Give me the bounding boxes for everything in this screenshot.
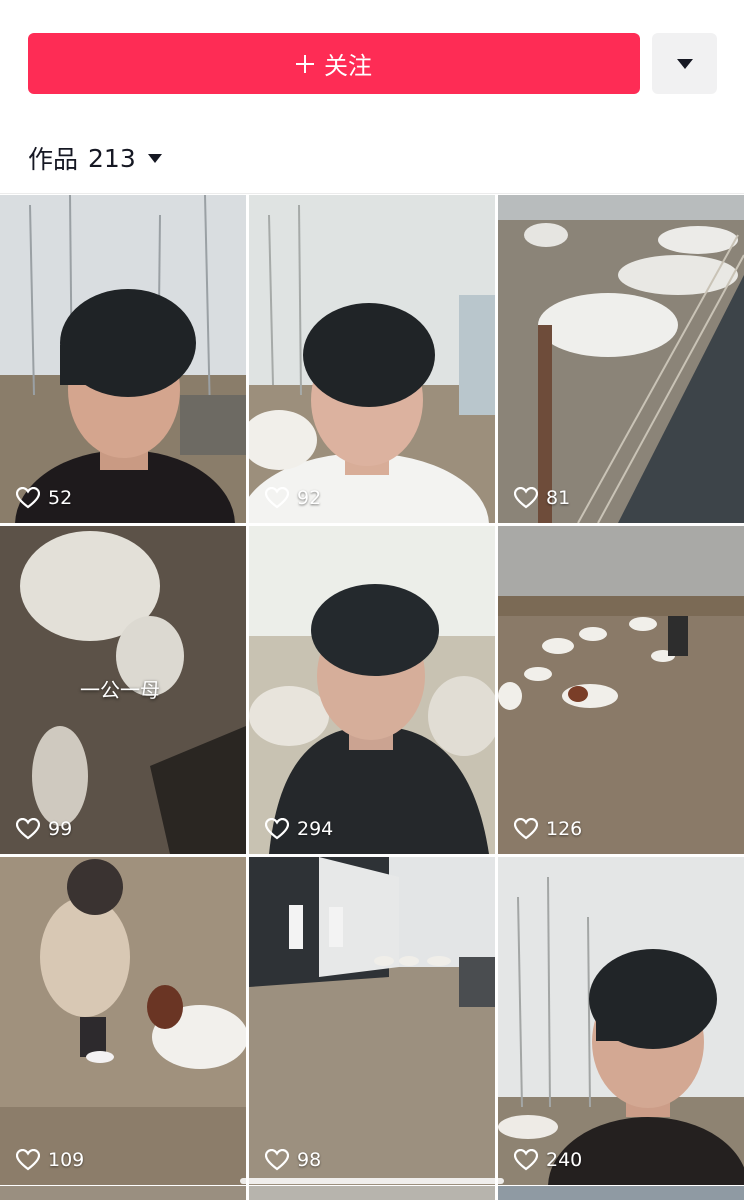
plus-icon <box>296 54 314 73</box>
heart-outline-icon <box>265 818 289 840</box>
heart-outline-icon <box>16 487 40 509</box>
likes-count: 81 <box>546 487 571 509</box>
likes-count: 240 <box>546 1149 583 1171</box>
follow-button[interactable]: 关注 <box>28 33 640 94</box>
video-thumbnail[interactable]: 126 <box>498 526 744 854</box>
video-caption-overlay: 一公一母 <box>80 678 160 702</box>
video-thumbnail[interactable]: 294 <box>249 526 495 854</box>
likes-counter: 126 <box>514 818 582 840</box>
heart-outline-icon <box>16 1149 40 1171</box>
likes-counter: 99 <box>16 818 72 840</box>
likes-counter: 52 <box>16 487 72 509</box>
heart-outline-icon <box>16 818 40 840</box>
divider <box>0 193 744 194</box>
thumbnail-image <box>249 857 495 1185</box>
video-thumbnail[interactable]: 98 <box>249 857 495 1185</box>
likes-count: 92 <box>297 487 322 509</box>
video-thumbnail[interactable]: 52 <box>0 195 246 523</box>
home-indicator <box>240 1178 504 1184</box>
more-options-button[interactable] <box>652 33 717 94</box>
likes-counter: 81 <box>514 487 570 509</box>
video-thumbnail[interactable]: 240 <box>498 857 744 1185</box>
triangle-down-icon <box>676 58 693 69</box>
heart-outline-icon <box>514 1149 538 1171</box>
video-thumbnail[interactable]: 一公一母 99 <box>0 526 246 854</box>
video-thumbnail[interactable] <box>498 1186 744 1200</box>
likes-counter: 109 <box>16 1149 84 1171</box>
thumbnail-image <box>249 195 495 523</box>
likes-count: 126 <box>546 818 583 840</box>
likes-count: 99 <box>48 818 73 840</box>
likes-counter: 98 <box>265 1149 321 1171</box>
works-tab-selector[interactable]: 作品 213 <box>28 140 162 176</box>
video-thumbnail[interactable]: 81 <box>498 195 744 523</box>
video-thumbnail[interactable]: 92 <box>249 195 495 523</box>
heart-outline-icon <box>265 487 289 509</box>
likes-count: 98 <box>297 1149 322 1171</box>
likes-counter: 294 <box>265 818 333 840</box>
likes-count: 109 <box>48 1149 85 1171</box>
video-thumbnail[interactable]: 109 <box>0 857 246 1185</box>
works-count: 213 <box>88 143 136 173</box>
video-thumbnail[interactable] <box>0 1186 246 1200</box>
thumbnail-image <box>498 195 744 523</box>
likes-count: 52 <box>48 487 73 509</box>
video-thumbnail[interactable] <box>249 1186 495 1200</box>
likes-counter: 240 <box>514 1149 582 1171</box>
next-row-peek <box>0 1186 744 1200</box>
thumbnail-image <box>498 526 744 854</box>
heart-outline-icon <box>514 818 538 840</box>
caret-down-icon <box>147 153 162 163</box>
likes-counter: 92 <box>265 487 321 509</box>
heart-outline-icon <box>514 487 538 509</box>
thumbnail-image <box>498 857 744 1185</box>
thumbnail-image <box>249 526 495 854</box>
heart-outline-icon <box>265 1149 289 1171</box>
thumbnail-image <box>0 857 246 1185</box>
thumbnail-image <box>0 195 246 523</box>
works-label: 作品 <box>28 145 79 174</box>
follow-button-label: 关注 <box>324 52 372 80</box>
likes-count: 294 <box>297 818 334 840</box>
